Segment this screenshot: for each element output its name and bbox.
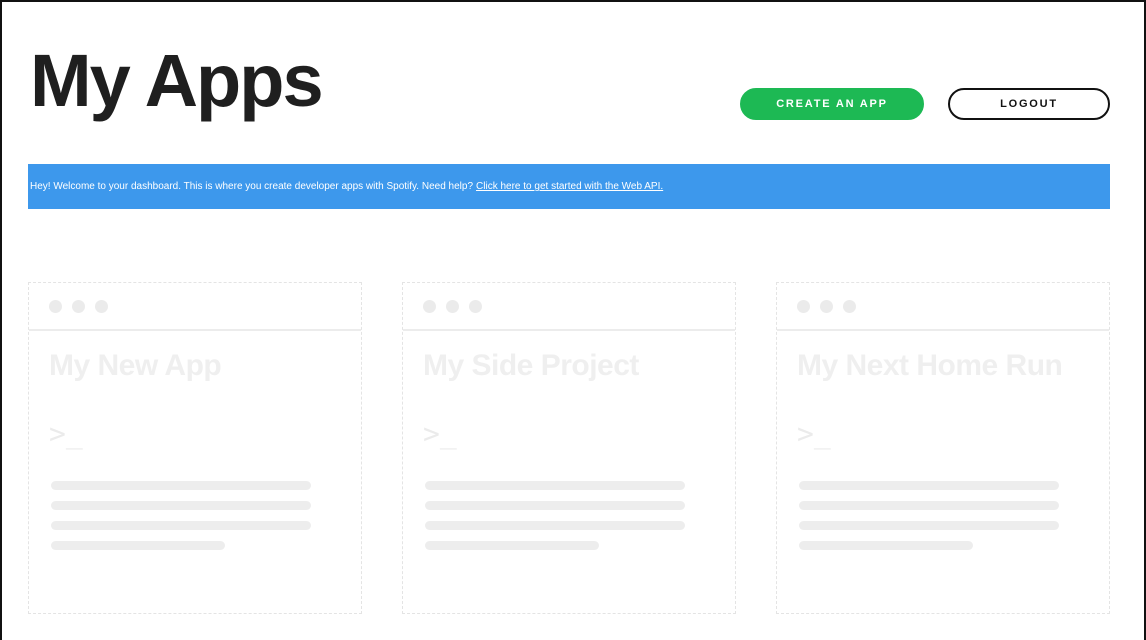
card-title: My Side Project — [423, 349, 639, 382]
placeholder-text-line — [425, 501, 685, 510]
placeholder-text-line — [51, 501, 311, 510]
window-dot-icon — [797, 299, 810, 313]
card-title: My New App — [49, 349, 222, 382]
card-window-bar — [403, 283, 735, 331]
card-window-bar — [29, 283, 361, 331]
window-dot-icon — [843, 299, 856, 313]
welcome-banner-text: Hey! Welcome to your dashboard. This is … — [30, 181, 474, 192]
placeholder-text-line — [799, 541, 973, 550]
window-dot-icon — [72, 299, 85, 313]
window-dot-icon — [820, 299, 833, 313]
placeholder-text-line — [51, 481, 311, 490]
window-dot-icon — [446, 299, 459, 313]
window-dot-icon — [469, 299, 482, 313]
window-dot-icon — [49, 299, 62, 313]
placeholder-text-line — [799, 501, 1059, 510]
placeholder-text-line — [799, 521, 1059, 530]
window-dot-icon — [95, 299, 108, 313]
terminal-prompt-icon: >_ — [797, 417, 831, 450]
web-api-help-link[interactable]: Click here to get started with the Web A… — [476, 181, 663, 192]
terminal-prompt-icon: >_ — [423, 417, 457, 450]
placeholder-text-line — [425, 541, 599, 550]
placeholder-text-line — [425, 481, 685, 490]
welcome-banner: Hey! Welcome to your dashboard. This is … — [28, 164, 1110, 209]
placeholder-text-line — [799, 481, 1059, 490]
logout-button[interactable]: LOGOUT — [948, 88, 1110, 120]
placeholder-app-card: My Next Home Run >_ — [776, 282, 1110, 614]
card-window-bar — [777, 283, 1109, 331]
placeholder-app-card: My Side Project >_ — [402, 282, 736, 614]
create-app-button[interactable]: CREATE AN APP — [740, 88, 924, 120]
page-title: My Apps — [30, 39, 324, 122]
card-title: My Next Home Run — [797, 349, 1063, 382]
placeholder-text-line — [51, 521, 311, 530]
placeholder-text-line — [425, 521, 685, 530]
window-dot-icon — [423, 299, 436, 313]
placeholder-text-line — [51, 541, 225, 550]
app-frame: My Apps CREATE AN APP LOGOUT Hey! Welcom… — [0, 0, 1146, 640]
placeholder-app-card: My New App >_ — [28, 282, 362, 614]
terminal-prompt-icon: >_ — [49, 417, 83, 450]
